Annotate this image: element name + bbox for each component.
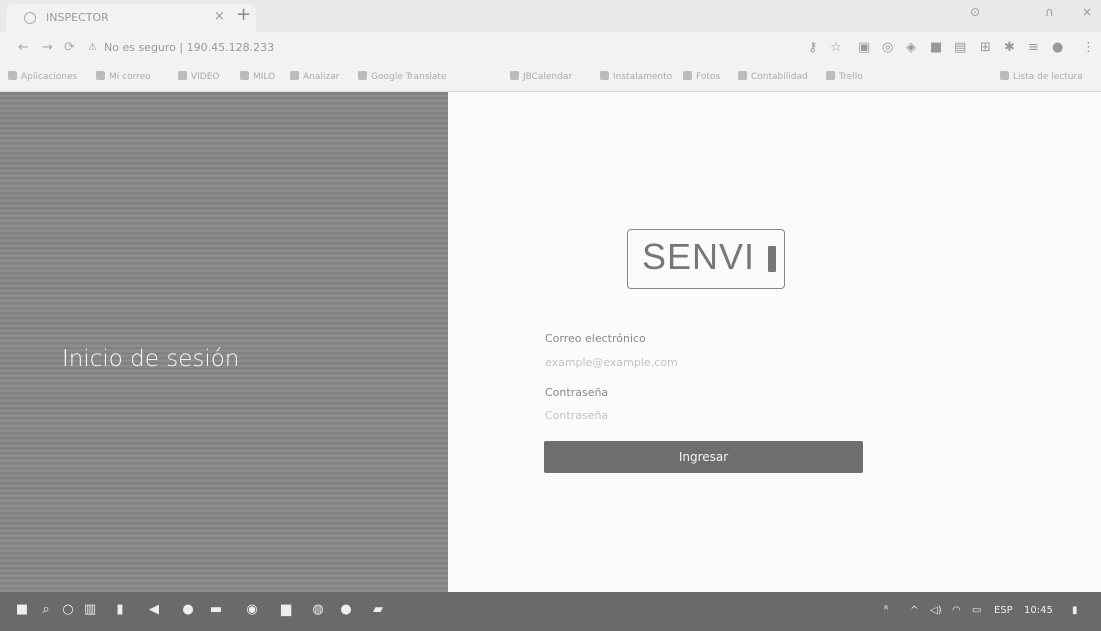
edge-icon[interactable]: ● [180, 602, 196, 618]
car-icon[interactable]: ▬ [208, 602, 224, 618]
new-tab-button[interactable]: + [236, 4, 251, 25]
bookmark-item[interactable]: Aplicaciones [8, 71, 77, 82]
logo-text: SENVI [642, 236, 756, 277]
extension-icon[interactable]: ⊞ [980, 40, 991, 55]
bookmark-item[interactable]: VIDEO [178, 71, 220, 82]
reload-icon[interactable]: ⟳ [64, 40, 75, 55]
login-hero-panel: Inicio de sesión [0, 92, 448, 592]
bookmark-item[interactable]: Analizar [290, 71, 339, 82]
bookmark-item[interactable]: Google Translate [358, 71, 446, 82]
extension-icon[interactable]: ◎ [882, 40, 893, 55]
email-label: Correo electrónico [545, 332, 646, 345]
shield-icon[interactable]: ◈ [906, 40, 916, 55]
maximize-icon[interactable]: ∩ [1045, 5, 1054, 19]
battery-icon[interactable]: ▭ [972, 605, 981, 616]
wifi-icon[interactable]: ◠ [952, 605, 961, 616]
password-field[interactable] [545, 404, 863, 426]
windows-start-icon[interactable]: ■ [14, 602, 30, 618]
bookmark-item[interactable]: Contabilidad [738, 71, 808, 82]
clock[interactable]: 10:45 [1024, 605, 1053, 616]
browser-tabstrip: INSPECTOR × + ⊙ ∩ × [0, 0, 1101, 32]
login-button[interactable]: Ingresar [544, 441, 863, 473]
back-icon[interactable]: ← [18, 40, 29, 55]
folder-icon[interactable]: ▆ [278, 602, 294, 618]
bookmark-item[interactable]: Trello [826, 71, 863, 82]
pdf-icon[interactable]: ■ [930, 40, 942, 55]
search-icon[interactable]: ⌕ [38, 602, 54, 618]
app-icon[interactable]: ▰ [370, 602, 386, 618]
menu-icon[interactable]: ⋮ [1082, 40, 1095, 55]
language-indicator[interactable]: ESP [994, 605, 1013, 616]
address-bar[interactable]: ⚠ No es seguro | 190.45.128.233 [88, 37, 688, 59]
cortana-icon[interactable]: ○ [60, 602, 76, 618]
store-icon[interactable]: ▮ [112, 602, 128, 618]
whatsapp-icon[interactable]: ● [338, 602, 354, 618]
logo: SENVI [627, 229, 785, 289]
browser-toolbar: ← → ⟳ ⚠ No es seguro | 190.45.128.233 ⚷ … [0, 32, 1101, 64]
bookmark-item[interactable]: Fotos [683, 71, 720, 82]
email-field[interactable] [545, 351, 863, 373]
people-icon[interactable]: ᴿ [884, 605, 888, 616]
logo-bar-icon [768, 246, 776, 272]
notifications-icon[interactable]: ▮ [1072, 605, 1078, 616]
minimize-icon[interactable]: ⊙ [970, 5, 980, 19]
login-form-panel: SENVI Correo electrónico Contraseña Ingr… [448, 92, 1101, 592]
bookmark-item[interactable]: MILO [240, 71, 275, 82]
tab-title: INSPECTOR [46, 11, 109, 24]
bookmark-item[interactable]: Instalamento [600, 71, 672, 82]
star-icon[interactable]: ☆ [830, 40, 842, 55]
page-title: Inicio de sesión [62, 346, 240, 372]
extension-icon[interactable]: ▣ [858, 40, 870, 55]
puzzle-icon[interactable]: ✱ [1004, 40, 1015, 55]
extension-icon[interactable]: ▤ [954, 40, 966, 55]
bookmark-item[interactable]: Mi correo [96, 71, 151, 82]
task-view-icon[interactable]: ▥ [82, 602, 98, 618]
address-text: No es seguro | 190.45.128.233 [104, 41, 275, 54]
reading-list-icon[interactable]: ≡ [1028, 40, 1039, 55]
chevron-up-icon[interactable]: ^ [910, 605, 918, 616]
tab-close-icon[interactable]: × [214, 9, 225, 24]
reading-list-button[interactable]: Lista de lectura [1000, 71, 1083, 82]
vscode-icon[interactable]: ◀ [146, 602, 162, 618]
chrome-icon[interactable]: ◍ [310, 602, 326, 618]
warning-icon: ⚠ [88, 42, 97, 53]
avatar-icon[interactable]: ● [1052, 40, 1063, 55]
key-icon[interactable]: ⚷ [808, 40, 818, 55]
globe-icon [24, 12, 36, 24]
bookmarks-bar: Aplicaciones Mi correo VIDEO MILO Analiz… [0, 64, 1101, 92]
close-icon[interactable]: × [1082, 5, 1092, 19]
bookmark-item[interactable]: JBCalendar [510, 71, 572, 82]
app-icon[interactable]: ◉ [244, 602, 260, 618]
volume-icon[interactable]: ◁) [930, 605, 942, 616]
forward-icon[interactable]: → [42, 40, 53, 55]
windows-taskbar: ■ ⌕ ○ ▥ ▮ ◀ ● ▬ ◉ ▆ ◍ ● ▰ ᴿ ^ ◁) ◠ ▭ ESP… [0, 592, 1101, 631]
browser-tab[interactable]: INSPECTOR × [6, 4, 256, 32]
password-label: Contraseña [545, 386, 609, 399]
